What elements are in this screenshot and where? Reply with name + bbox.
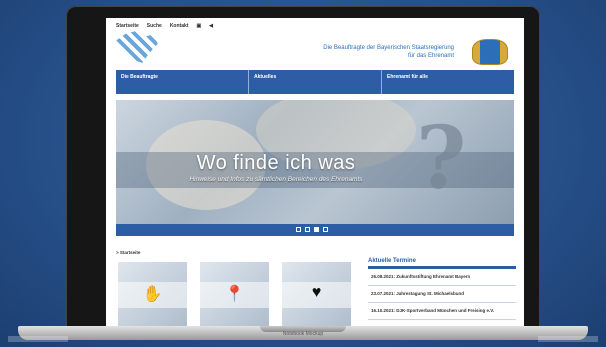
hero-slider[interactable]: Wo finde ich was Hinweise und Infos zu s… (116, 100, 514, 224)
slider-dot-2[interactable] (305, 227, 310, 232)
events-heading: Aktuelle Termine (368, 258, 516, 269)
tile-1[interactable]: ✋ (118, 262, 187, 326)
slider-dots (296, 227, 328, 232)
nav-item-aktuelles[interactable]: Aktuelles (249, 70, 382, 94)
slider-dot-3[interactable] (314, 227, 319, 232)
event-item[interactable]: 16.10.2021: DJK-Sportverband München und… (368, 303, 516, 320)
slider-dot-1[interactable] (296, 227, 301, 232)
utility-link-kontakt[interactable]: Kontakt (170, 23, 189, 29)
tile-2[interactable]: 📍 (200, 262, 269, 326)
heart-hands-icon: ♥ (311, 284, 322, 301)
tile-row: ✋ 📍 ♥ (118, 262, 351, 326)
breadcrumb[interactable]: > Startseite (116, 250, 140, 255)
print-icon[interactable]: ▣ (196, 23, 201, 29)
header-title-line1: Die Beauftragte der Bayerischen Staatsre… (323, 45, 454, 51)
nav-item-beauftragte[interactable]: Die Beauftragte (116, 70, 249, 94)
tile-3[interactable]: ♥ (282, 262, 351, 326)
event-item[interactable]: 23.07.2021: Jahrestagung St. Michaelsbun… (368, 286, 516, 303)
hero-title: Wo finde ich was (196, 152, 356, 174)
mockup-label: Notebook Mockup (282, 331, 324, 337)
slider-dot-4[interactable] (323, 227, 328, 232)
reflection-right (538, 336, 598, 342)
bavarian-lion-logo[interactable] (116, 31, 158, 63)
question-mark-icon: ? (416, 108, 467, 209)
nav-item-ehrenamt[interactable]: Ehrenamt für alle (382, 70, 514, 94)
utility-link-suche[interactable]: Suche (147, 23, 162, 29)
hands-icon: ✋ (142, 286, 163, 303)
event-item[interactable]: 26.08.2021: Zukunftsstiftung Ehrenamt Ba… (368, 269, 516, 286)
utility-nav: Startseite Suche Kontakt ▣ ◀ (116, 23, 213, 29)
coat-of-arms-icon (472, 39, 508, 65)
utility-link-startseite[interactable]: Startseite (116, 23, 139, 29)
speaker-icon[interactable]: ◀ (209, 23, 213, 29)
reflection-left (8, 336, 68, 342)
events-panel: Aktuelle Termine 26.08.2021: Zukunftssti… (368, 258, 516, 320)
laptop-screen: Startseite Suche Kontakt ▣ ◀ Die Beauftr… (106, 18, 524, 326)
main-nav: Die Beauftragte Aktuelles Ehrenamt für a… (116, 70, 514, 94)
location-pin-icon: 📍 (224, 286, 245, 303)
header-title-line2: für das Ehrenamt (407, 53, 454, 59)
hero-subtitle: Hinweise und Infos zu sämtlichen Bereich… (189, 176, 363, 183)
header-title: Die Beauftragte der Bayerischen Staatsre… (323, 44, 454, 60)
